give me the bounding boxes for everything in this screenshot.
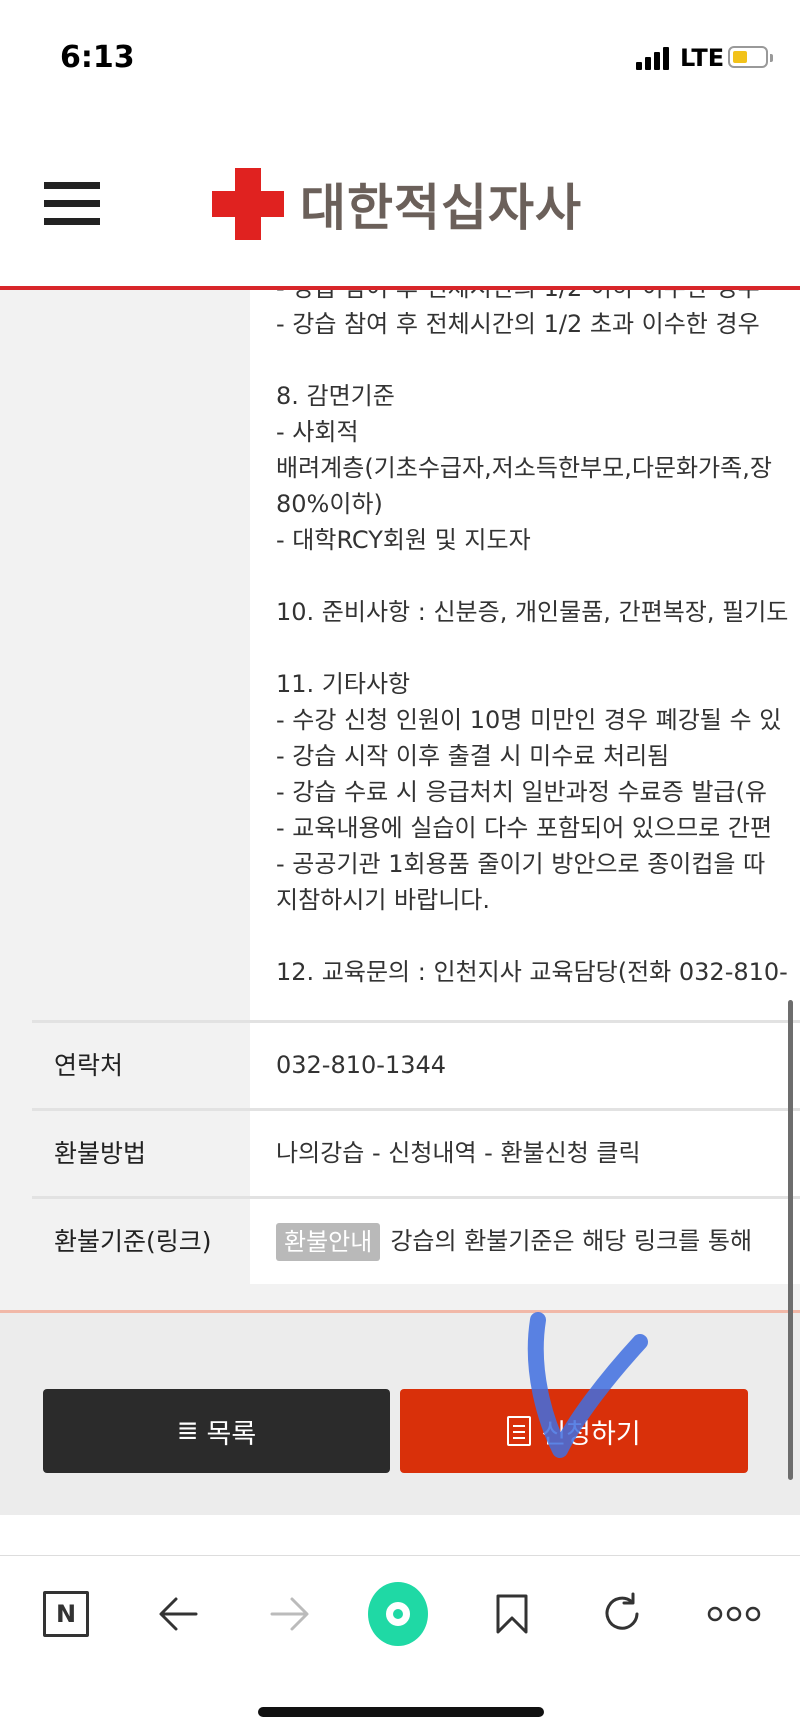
detail-line: - 강습 시작 이후 출결 시 미수료 처리됨: [276, 742, 670, 770]
back-arrow-icon: [159, 1597, 198, 1631]
bookmark-icon: [496, 1594, 528, 1634]
detail-line: 지참하시기 바랍니다.: [276, 886, 490, 914]
refresh-icon: [605, 1592, 639, 1630]
detail-line: 8. 감면기준: [276, 382, 395, 410]
n-icon: N: [43, 1591, 89, 1637]
detail-line: [276, 918, 800, 954]
list-icon: ≣: [176, 1416, 199, 1446]
refund-method-row: 환불방법 나의강습 - 신청내역 - 환불신청 클릭: [32, 1108, 800, 1196]
contact-value[interactable]: 032-810-1344: [250, 1023, 800, 1108]
detail-line: 배려계층(기초수급자,저소득한부모,다문화가족,장: [276, 454, 772, 482]
menu-icon[interactable]: [44, 182, 100, 226]
detail-label-column: [32, 290, 250, 1020]
detail-line: - 강습 수료 시 응급처치 일반과정 수료증 발급(유: [276, 778, 767, 806]
action-area: ≣ 목록 신청하기: [0, 1310, 800, 1515]
refund-policy-text: 강습의 환불기준은 해당 링크를 통해: [390, 1227, 753, 1255]
detail-line: [276, 558, 800, 594]
site-header: 대한적십자사: [0, 120, 800, 290]
forward-button[interactable]: [260, 1584, 320, 1644]
course-detail: - 강습 참여 후 전체시간의 1/2 이하 이수한 경우 - 강습 참여 후 전…: [0, 290, 800, 1340]
back-button[interactable]: [148, 1584, 208, 1644]
page-scrollbar[interactable]: [788, 1000, 793, 1480]
contact-label: 연락처: [32, 1023, 250, 1108]
home-indicator[interactable]: [258, 1707, 544, 1717]
battery-icon: [728, 46, 773, 68]
home-green-icon: [368, 1582, 428, 1646]
status-bar: 6:13 LTE: [0, 0, 800, 120]
refund-guide-link[interactable]: 환불안내: [276, 1223, 381, 1261]
document-icon: [507, 1416, 532, 1446]
detail-text: - 강습 참여 후 전체시간의 1/2 이하 이수한 경우 - 강습 참여 후 전…: [276, 290, 800, 990]
green-dot-button[interactable]: [368, 1582, 428, 1646]
refund-policy-label: 환불기준(링크): [32, 1199, 250, 1284]
list-button[interactable]: ≣ 목록: [43, 1389, 390, 1473]
detail-line: 10. 준비사항 : 신분증, 개인물품, 간편복장, 필기도: [276, 598, 789, 626]
logo[interactable]: 대한적십자사: [212, 164, 582, 244]
contact-row: 연락처 032-810-1344: [32, 1020, 800, 1108]
refund-policy-row: 환불기준(링크) 환불안내 강습의 환불기준은 해당 링크를 통해: [32, 1196, 800, 1284]
bookmark-button[interactable]: [482, 1584, 542, 1644]
network-label: LTE: [680, 44, 725, 72]
red-cross-icon: [212, 168, 284, 240]
detail-line: - 수강 신청 인원이 10명 미만인 경우 폐강될 수 있: [276, 706, 782, 734]
logo-text: 대한적십자사: [300, 179, 582, 237]
list-button-label: 목록: [206, 1418, 257, 1450]
naver-home-button[interactable]: N: [36, 1584, 96, 1644]
more-button[interactable]: [704, 1584, 764, 1644]
detail-line: - 사회적: [276, 418, 359, 446]
detail-line: - 공공기관 1회용품 줄이기 방안으로 종이컵을 따: [276, 850, 766, 878]
refund-method-label: 환불방법: [32, 1111, 250, 1196]
detail-line: 80%이하): [276, 490, 383, 518]
refresh-button[interactable]: [592, 1584, 652, 1644]
detail-line: 12. 교육문의 : 인천지사 교육담당(전화 032-810-: [276, 958, 788, 986]
status-time: 6:13: [60, 40, 135, 75]
detail-line: - 대학RCY회원 및 지도자: [276, 526, 531, 554]
forward-arrow-icon: [270, 1597, 309, 1631]
detail-line: - 교육내용에 실습이 다수 포함되어 있으므로 간편: [276, 814, 773, 842]
signal-icon: [636, 46, 672, 70]
detail-line: [276, 630, 800, 666]
apply-button[interactable]: 신청하기: [400, 1389, 748, 1473]
more-icon: [707, 1606, 761, 1622]
detail-description: - 강습 참여 후 전체시간의 1/2 이하 이수한 경우 - 강습 참여 후 전…: [250, 290, 800, 1020]
detail-line: [276, 342, 800, 378]
detail-line: - 강습 참여 후 전체시간의 1/2 이하 이수한 경우: [276, 290, 800, 306]
apply-button-label: 신청하기: [541, 1418, 641, 1450]
detail-line: 11. 기타사항: [276, 670, 411, 698]
refund-policy-value: 환불안내 강습의 환불기준은 해당 링크를 통해: [250, 1199, 800, 1284]
detail-line: - 강습 참여 후 전체시간의 1/2 초과 이수한 경우: [276, 310, 760, 338]
refund-method-value: 나의강습 - 신청내역 - 환불신청 클릭: [250, 1111, 800, 1196]
